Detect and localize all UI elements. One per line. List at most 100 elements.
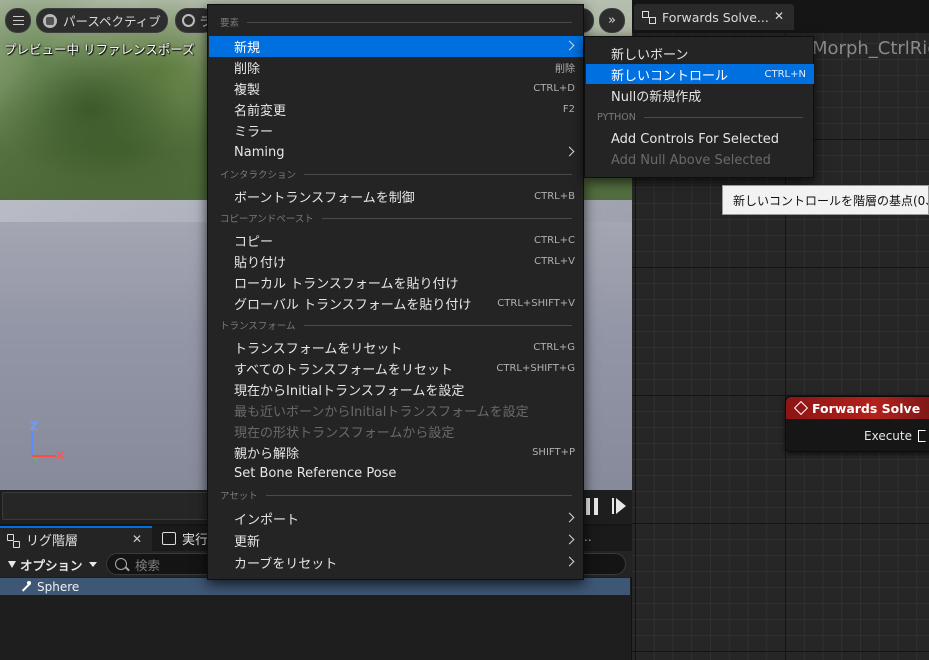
menu-section-asset: アセット <box>220 488 572 502</box>
menu-item-new[interactable]: 新規 <box>209 36 583 57</box>
menu-item-reset-curves[interactable]: カーブをリセット <box>209 552 583 573</box>
chevron-right-icon <box>564 556 575 567</box>
menu-item-reset-all-transforms[interactable]: すべてのトランスフォームをリセット CTRL+SHIFT+G <box>209 358 583 379</box>
submenu-section-python: PYTHON <box>597 110 803 124</box>
menu-item-reset-transform[interactable]: トランスフォームをリセット CTRL+G <box>209 337 583 358</box>
menu-item-shortcut: SHIFT+P <box>532 447 575 458</box>
menu-item-shortcut: CTRL+G <box>533 342 575 353</box>
menu-item-label: 現在からInitialトランスフォームを設定 <box>234 384 465 399</box>
menu-section-interaction: インタラクション <box>220 167 572 181</box>
tab-execution[interactable]: 実行 <box>156 526 212 551</box>
menu-section-transform: トランスフォーム <box>220 318 572 332</box>
menu-section-title: インタラクション <box>220 170 297 181</box>
chevron-right-icon <box>564 40 575 51</box>
menu-item-control-bone-transform[interactable]: ボーントランスフォームを制御 CTRL+B <box>209 186 583 207</box>
perspective-icon <box>43 13 57 28</box>
tab-rig-hierarchy-label: リグ階層 <box>26 534 79 549</box>
tab-overflow[interactable]: .. <box>584 530 592 544</box>
menu-section-title: 要素 <box>220 18 240 29</box>
graph-tab-label: Forwards Solve... <box>662 9 769 25</box>
submenu-item-new-control[interactable]: 新しいコントロール CTRL+N <box>586 64 814 84</box>
tree-item-sphere[interactable]: Sphere <box>0 578 630 595</box>
menu-item-paste-local-transform[interactable]: ローカル トランスフォームを貼り付け <box>209 272 583 293</box>
tab-rig-hierarchy[interactable]: リグ階層 ✕ <box>0 526 152 551</box>
search-placeholder: 検索 <box>135 557 161 573</box>
menu-item-label: 名前変更 <box>234 104 287 119</box>
menu-item-duplicate[interactable]: 複製 CTRL+D <box>209 78 583 99</box>
menu-item-import[interactable]: インポート <box>209 508 583 529</box>
menu-item-set-initial-from-closest-bone: 最も近いボーンからInitialトランスフォームを設定 <box>209 400 583 421</box>
menu-section-elements: 要素 <box>220 15 572 29</box>
menu-item-paste-global-transform[interactable]: グローバル トランスフォームを貼り付け CTRL+SHIFT+V <box>209 293 583 314</box>
submenu-item-new-null[interactable]: Nullの新規作成 <box>586 85 814 105</box>
menu-item-label: Naming <box>234 145 285 160</box>
menu-item-shortcut: CTRL+B <box>534 191 575 202</box>
chevron-down-icon <box>88 561 97 567</box>
menu-item-delete[interactable]: 削除 削除 <box>209 57 583 78</box>
step-forward-icon[interactable] <box>612 497 626 515</box>
pause-icon[interactable] <box>586 498 598 515</box>
execute-pin-icon[interactable] <box>918 430 929 442</box>
menu-item-unparent[interactable]: 親から解除 SHIFT+P <box>209 442 583 463</box>
forwards-solve-node[interactable]: Forwards Solve Execute <box>785 396 929 452</box>
graph-icon <box>642 11 656 24</box>
submenu-item-new-bone[interactable]: 新しいボーン <box>586 43 814 63</box>
menu-item-label: ローカル トランスフォームを貼り付け <box>234 277 459 292</box>
menu-item-label: 親から解除 <box>234 447 300 462</box>
menu-item-label: トランスフォームをリセット <box>234 342 403 357</box>
menu-item-refresh[interactable]: 更新 <box>209 530 583 551</box>
menu-item-set-bone-reference-pose[interactable]: Set Bone Reference Pose <box>209 463 583 484</box>
tab-forwards-solve[interactable]: Forwards Solve... ✕ <box>634 4 794 30</box>
menu-item-shortcut: CTRL+V <box>534 256 575 267</box>
submenu-item-add-controls-for-selected[interactable]: Add Controls For Selected <box>586 129 814 149</box>
search-icon <box>115 558 127 570</box>
menu-item-label: カーブをリセット <box>234 557 338 572</box>
new-submenu: 新しいボーン 新しいコントロール CTRL+N Nullの新規作成 PYTHON … <box>584 36 814 178</box>
menu-item-label: ボーントランスフォームを制御 <box>234 191 415 206</box>
menu-item-label: 最も近いボーンからInitialトランスフォームを設定 <box>234 405 529 420</box>
toolbar-overflow-button[interactable]: » <box>599 8 625 33</box>
axis-z-line <box>31 432 33 456</box>
menu-item-rename[interactable]: 名前変更 F2 <box>209 99 583 120</box>
chevron-right-icon <box>564 534 575 545</box>
menu-item-label: インポート <box>234 513 300 528</box>
submenu-item-add-null-above-selected: Add Null Above Selected <box>586 150 814 170</box>
graph-title: Morph_CtrlRig <box>812 38 929 59</box>
menu-item-shortcut: CTRL+D <box>533 83 575 94</box>
chevron-right-icon <box>564 146 575 157</box>
menu-item-shortcut: F2 <box>562 104 575 115</box>
axis-gizmo: Z X <box>22 420 72 470</box>
menu-item-paste[interactable]: 貼り付け CTRL+V <box>209 251 583 272</box>
menu-item-shortcut: CTRL+SHIFT+G <box>496 363 575 374</box>
menu-item-naming[interactable]: Naming <box>209 142 583 163</box>
menu-item-copy[interactable]: コピー CTRL+C <box>209 230 583 251</box>
lighting-icon <box>182 14 195 27</box>
execution-stack-icon <box>162 532 176 545</box>
options-dropdown[interactable]: オプション <box>8 554 97 574</box>
menu-item-mirror[interactable]: ミラー <box>209 120 583 141</box>
double-chevron-right-icon: » <box>608 13 616 28</box>
node-header[interactable]: Forwards Solve <box>786 397 929 419</box>
menu-item-label: コピー <box>234 235 274 250</box>
menu-item-label: 新規 <box>234 41 261 56</box>
menu-item-label: ミラー <box>234 125 274 140</box>
hierarchy-tree: Sphere <box>0 577 632 660</box>
graph-tab-bar: Forwards Solve... ✕ <box>632 0 929 33</box>
menu-item-label: グローバル トランスフォームを貼り付け <box>234 298 472 313</box>
close-icon[interactable]: ✕ <box>132 532 142 546</box>
perspective-button[interactable]: パースペクティブ <box>36 8 168 33</box>
close-icon[interactable]: ✕ <box>774 9 784 23</box>
submenu-item-label: 新しいボーン <box>611 47 689 63</box>
menu-item-shortcut: 削除 <box>555 64 575 75</box>
perspective-label: パースペクティブ <box>63 14 161 29</box>
axis-x-line <box>32 455 56 457</box>
submenu-item-shortcut: CTRL+N <box>764 68 806 80</box>
menu-item-set-from-shape-transform: 現在の形状トランスフォームから設定 <box>209 421 583 442</box>
menu-item-label: 貼り付け <box>234 256 287 271</box>
menu-item-label: 現在の形状トランスフォームから設定 <box>234 426 455 441</box>
menu-item-set-initial-from-current[interactable]: 現在からInitialトランスフォームを設定 <box>209 379 583 400</box>
bone-icon <box>20 580 32 593</box>
viewport-menu-button[interactable] <box>5 8 31 33</box>
node-title: Forwards Solve <box>812 400 921 416</box>
menu-item-label: すべてのトランスフォームをリセット <box>234 363 453 378</box>
